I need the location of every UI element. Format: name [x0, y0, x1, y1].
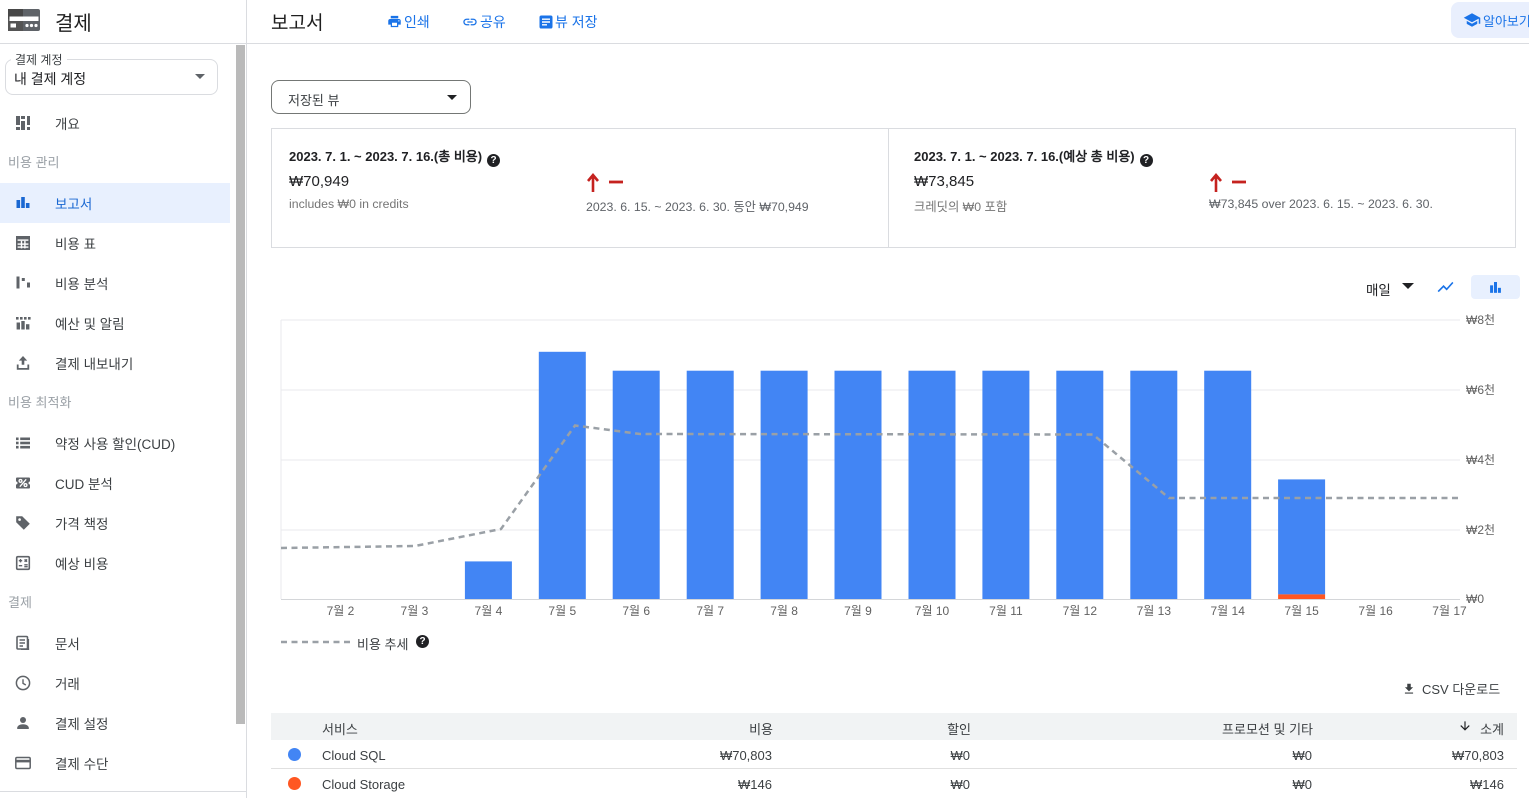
svg-text:7월 15: 7월 15	[1284, 604, 1319, 618]
svg-text:₩4천: ₩4천	[1466, 452, 1495, 467]
svg-text:7월 7: 7월 7	[696, 604, 724, 618]
svg-text:7월 9: 7월 9	[844, 604, 872, 618]
svg-text:7월 5: 7월 5	[548, 604, 576, 618]
svg-text:7월 6: 7월 6	[622, 604, 650, 618]
svg-text:7월 17: 7월 17	[1432, 604, 1467, 618]
svg-text:7월 4: 7월 4	[475, 604, 503, 618]
svg-text:7월 3: 7월 3	[401, 604, 429, 618]
svg-text:7월 2: 7월 2	[327, 604, 355, 618]
svg-text:₩0: ₩0	[1466, 592, 1484, 606]
svg-text:7월 11: 7월 11	[989, 604, 1023, 618]
svg-text:7월 10: 7월 10	[915, 604, 950, 618]
svg-text:7월 16: 7월 16	[1358, 604, 1393, 618]
svg-text:7월 8: 7월 8	[770, 604, 798, 618]
svg-text:7월 14: 7월 14	[1210, 604, 1245, 618]
svg-text:7월 12: 7월 12	[1063, 604, 1098, 618]
svg-text:7월 13: 7월 13	[1137, 604, 1172, 618]
svg-text:₩2천: ₩2천	[1466, 522, 1495, 537]
svg-text:₩6천: ₩6천	[1466, 382, 1495, 397]
svg-text:₩8천: ₩8천	[1466, 312, 1495, 327]
